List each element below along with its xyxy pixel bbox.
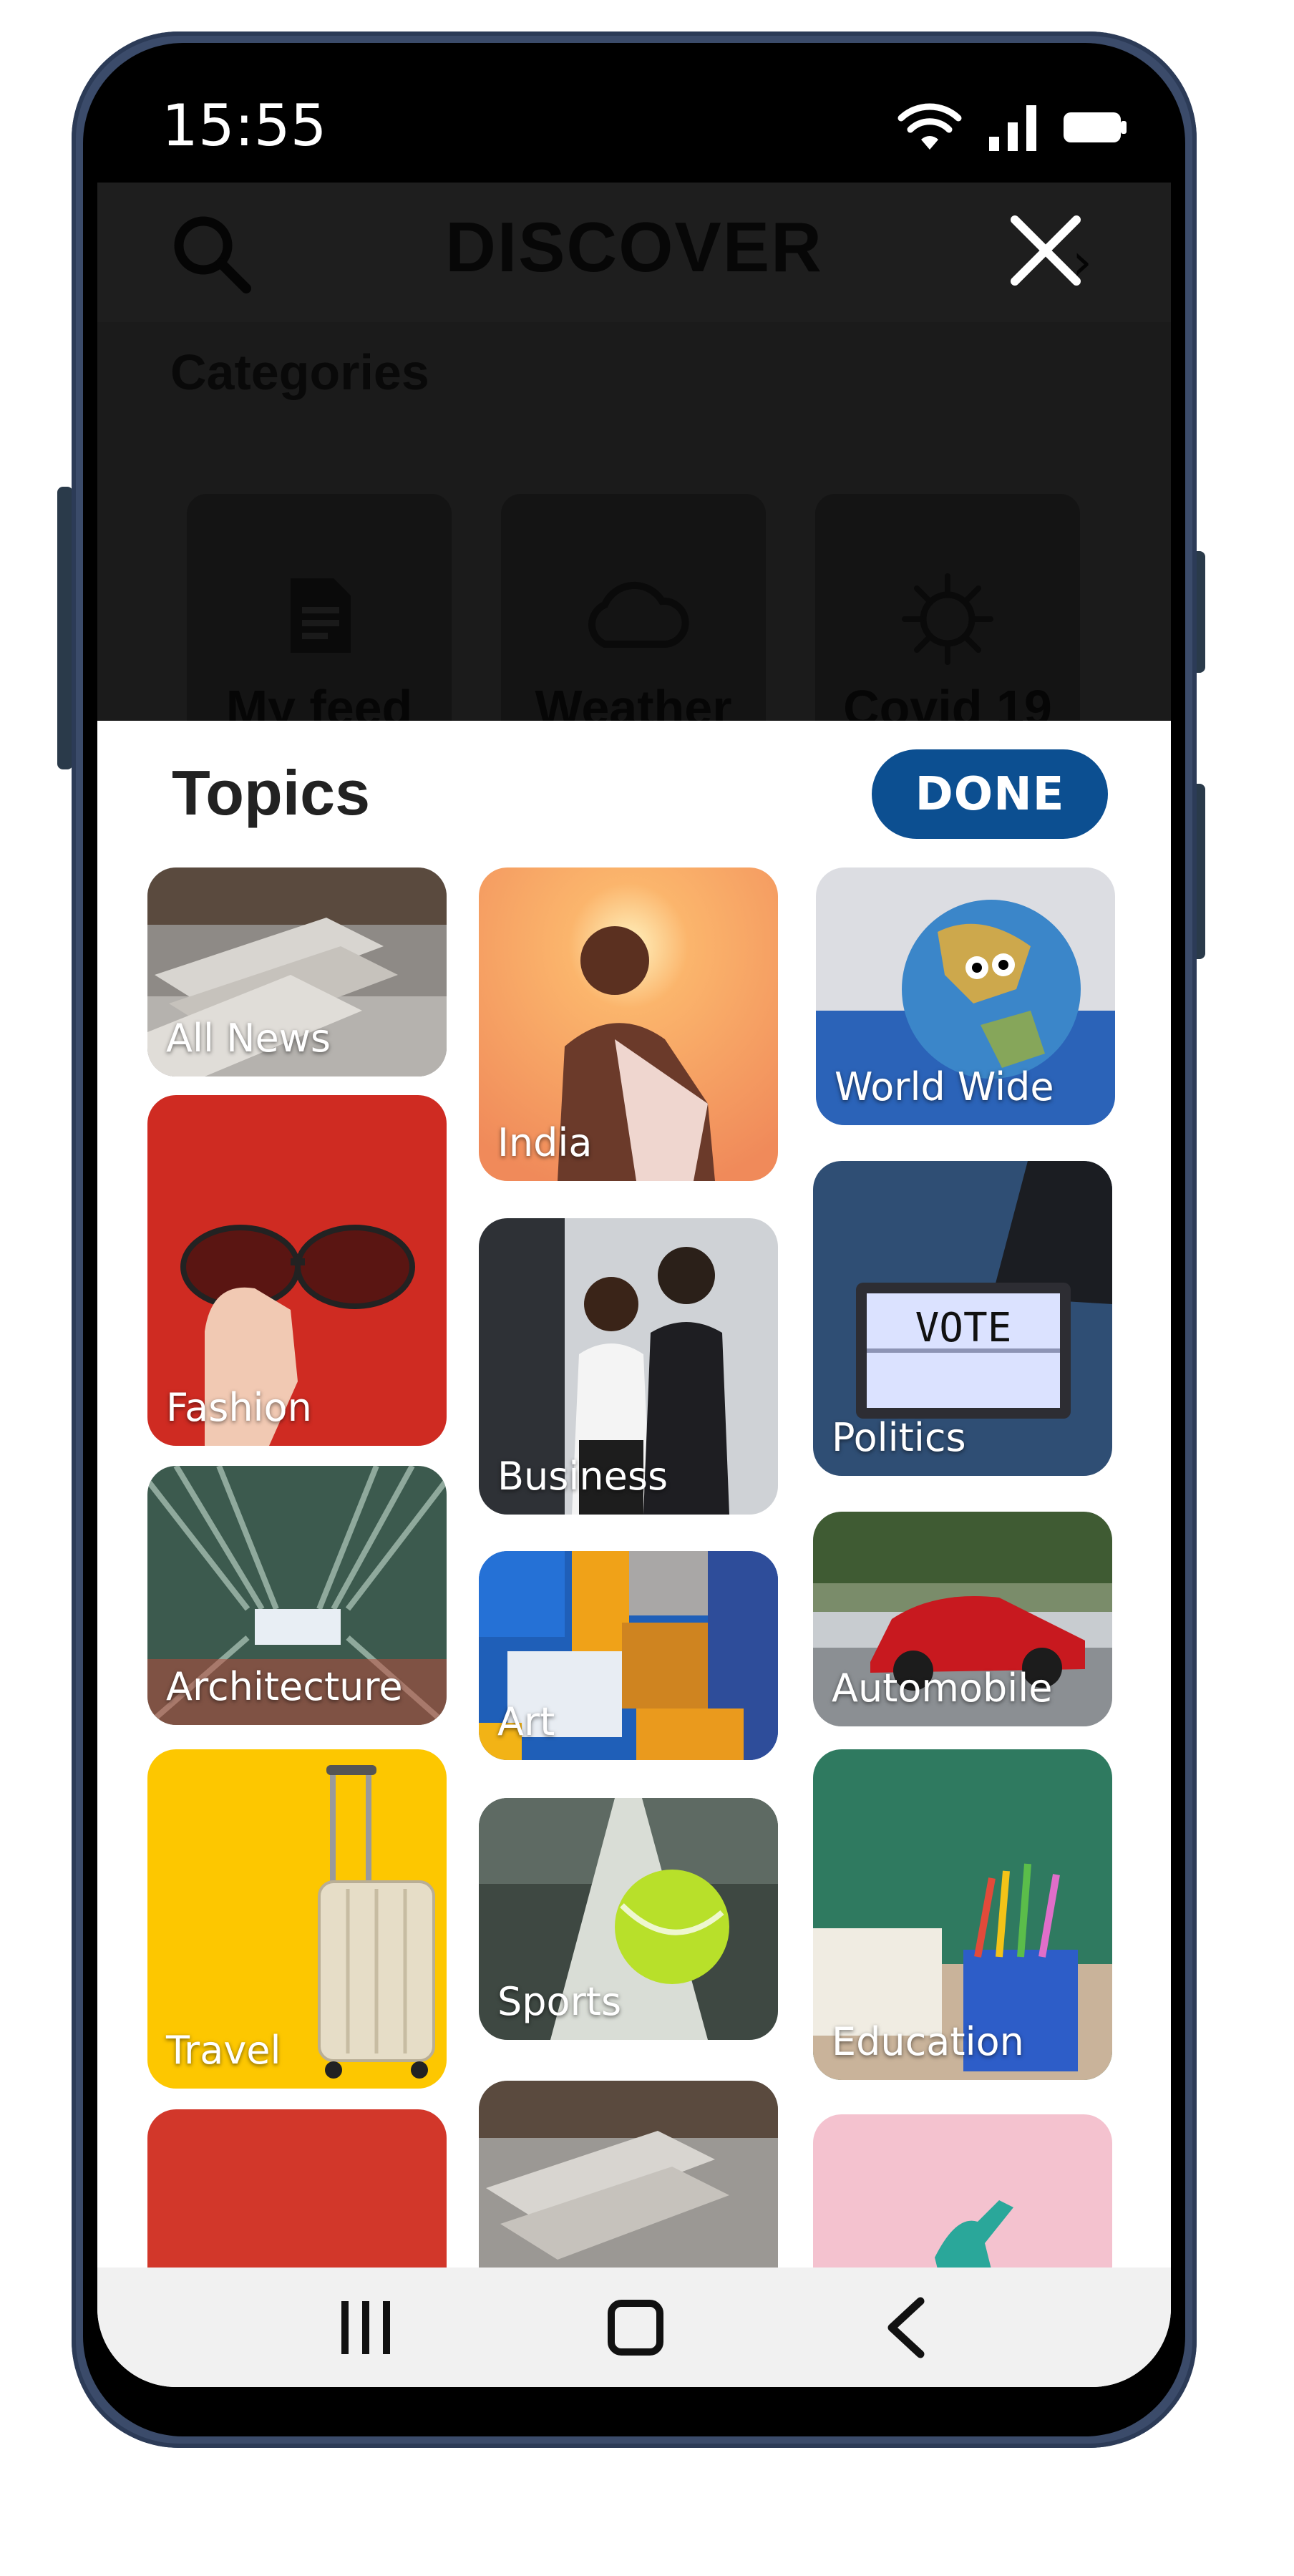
vote-sign-text: VOTE	[915, 1305, 1012, 1351]
topic-label: Politics	[832, 1415, 966, 1460]
status-bar: 15:55	[97, 68, 1171, 183]
status-icons	[897, 102, 1128, 152]
topic-tile-art[interactable]: Art	[479, 1551, 778, 1760]
signal-icon	[989, 105, 1036, 151]
recent-apps-icon	[341, 2300, 390, 2354]
back-button[interactable]	[835, 2268, 978, 2387]
phone-side-button-left	[57, 487, 73, 769]
topic-label: World Wide	[835, 1064, 1054, 1109]
topics-title: Topics	[172, 757, 371, 828]
home-button[interactable]	[564, 2268, 707, 2387]
category-card-my-feed[interactable]: My feed	[187, 494, 452, 741]
wifi-icon	[897, 103, 962, 150]
topic-label: Sports	[497, 1979, 622, 2024]
category-card-covid-19[interactable]: Covid 19	[815, 494, 1080, 741]
status-time: 15:55	[162, 92, 327, 159]
topic-tile-all-news[interactable]: All News	[147, 867, 447, 1076]
phone-screen: 15:55 DISCOVER › Categories My feed Weat…	[97, 68, 1171, 2387]
topic-label: India	[497, 1120, 593, 1165]
home-icon	[608, 2299, 663, 2356]
cloud-icon	[588, 582, 689, 648]
done-button[interactable]: DONE	[872, 749, 1108, 839]
recent-apps-button[interactable]	[294, 2268, 437, 2387]
categories-label: Categories	[170, 344, 429, 400]
topic-label: Automobile	[832, 1666, 1053, 1711]
topic-tile-education[interactable]: Education	[813, 1749, 1112, 2080]
topic-tile-automobile[interactable]: Automobile	[813, 1512, 1112, 1726]
topic-label: Fashion	[166, 1385, 312, 1430]
topic-tile-world-wide[interactable]: World Wide	[816, 867, 1115, 1125]
topic-tile-politics[interactable]: VOTE Politics	[813, 1161, 1112, 1476]
category-card-weather[interactable]: Weather	[501, 494, 766, 741]
battery-icon	[1064, 112, 1127, 142]
topic-tile-india[interactable]: India	[479, 867, 778, 1181]
virus-icon	[902, 573, 993, 665]
topic-label: Art	[497, 1699, 555, 1744]
topic-tile-travel[interactable]: Travel	[147, 1749, 447, 2089]
topic-label: Education	[832, 2019, 1024, 2064]
topic-tile-fashion[interactable]: Fashion	[147, 1095, 447, 1446]
topic-label: Architecture	[166, 1664, 403, 1709]
navigation-bar	[97, 2268, 1171, 2387]
topic-label: All News	[166, 1016, 331, 1061]
topic-tile-sports[interactable]: Sports	[479, 1798, 778, 2040]
topic-label: Business	[497, 1454, 668, 1499]
topic-tile-architecture[interactable]: Architecture	[147, 1466, 447, 1725]
topic-label: Travel	[166, 2028, 281, 2073]
topic-tile-business[interactable]: Business	[479, 1218, 778, 1515]
back-icon	[887, 2297, 925, 2358]
document-icon	[291, 578, 351, 653]
topics-sheet: Topics DONE All News Fashion Architectur…	[97, 721, 1171, 2387]
close-icon[interactable]	[1006, 211, 1085, 290]
